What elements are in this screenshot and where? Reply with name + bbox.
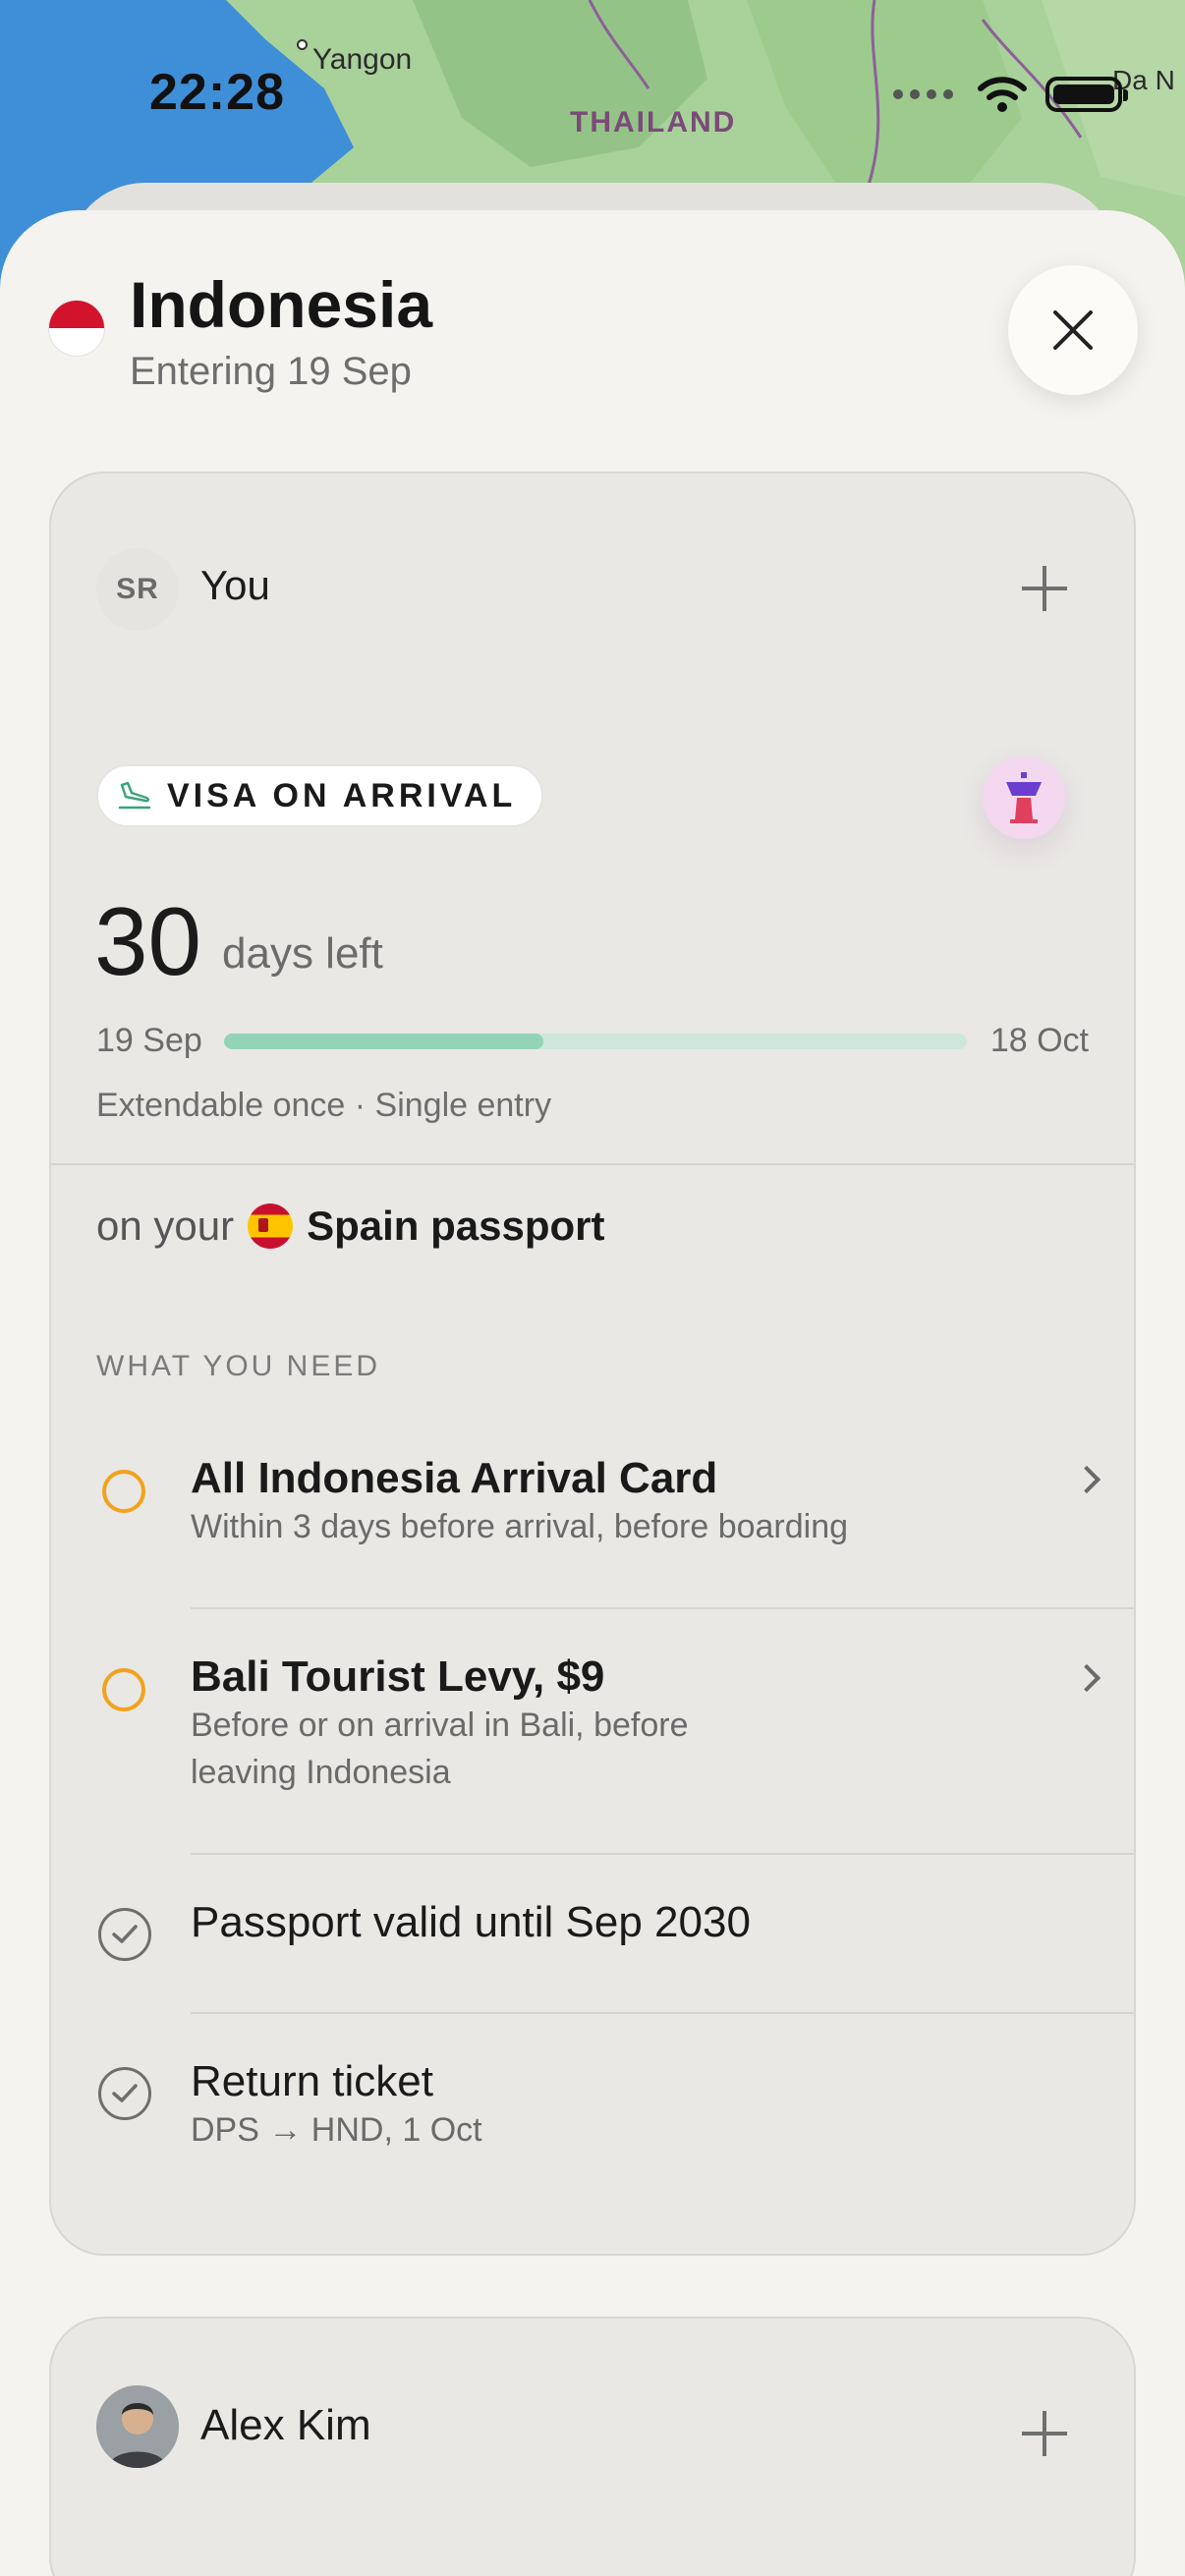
requirement-subtitle: DPS → HND, 1 Oct bbox=[191, 2111, 482, 2149]
stay-progress-bar bbox=[224, 1034, 967, 1049]
close-icon bbox=[1053, 310, 1093, 350]
divider bbox=[191, 1607, 1134, 1609]
end-date: 18 Oct bbox=[989, 1022, 1089, 1059]
days-left-label: days left bbox=[222, 929, 383, 978]
airport-info-button[interactable] bbox=[983, 756, 1065, 839]
avatar bbox=[96, 2385, 179, 2468]
traveler-name: Alex Kim bbox=[200, 2401, 371, 2449]
visa-conditions: Extendable once · Single entry bbox=[96, 1087, 552, 1124]
country-title: Indonesia bbox=[130, 268, 433, 341]
add-traveler-button[interactable] bbox=[1020, 564, 1069, 613]
battery-icon bbox=[1045, 77, 1128, 112]
traveler-card: SR You VISA ON ARRIVAL 30 days left 19 S… bbox=[49, 472, 1136, 2256]
person-photo bbox=[96, 2385, 179, 2468]
requirement-row-tourist-levy[interactable]: Bali Tourist Levy, $9 Before or on arriv… bbox=[51, 1652, 1134, 1878]
traveler-name: You bbox=[200, 562, 270, 608]
requirement-title: Bali Tourist Levy, $9 bbox=[191, 1652, 605, 1701]
control-tower-icon bbox=[1006, 772, 1042, 823]
visa-type-label: VISA ON ARRIVAL bbox=[167, 776, 517, 814]
section-heading: WHAT YOU NEED bbox=[96, 1350, 381, 1382]
divider bbox=[191, 1853, 1134, 1855]
dots-icon bbox=[893, 89, 953, 99]
requirement-title: Passport valid until Sep 2030 bbox=[191, 1898, 751, 1946]
divider bbox=[191, 2012, 1134, 2014]
requirement-title: Return ticket bbox=[191, 2057, 433, 2105]
stay-progress-fill bbox=[224, 1034, 544, 1049]
close-button[interactable] bbox=[1008, 265, 1138, 395]
passport-prefix: on your bbox=[96, 1203, 235, 1249]
visa-type-badge: VISA ON ARRIVAL bbox=[96, 764, 544, 827]
requirement-row-return-ticket: Return ticket DPS → HND, 1 Oct bbox=[51, 2057, 1134, 2195]
divider bbox=[51, 1163, 1134, 1165]
avatar: SR bbox=[96, 548, 179, 631]
add-traveler-button[interactable] bbox=[1020, 2409, 1069, 2458]
plane-landing-icon bbox=[118, 781, 151, 810]
passport-line[interactable]: on your Spain passport bbox=[96, 1203, 605, 1250]
check-circle-icon bbox=[98, 1908, 151, 1961]
chevron-right-icon bbox=[1072, 1663, 1101, 1693]
indonesia-flag-icon bbox=[49, 301, 104, 356]
map-label-thailand: THAILAND bbox=[570, 106, 737, 139]
requirement-subtitle: Within 3 days before arrival, before boa… bbox=[191, 1508, 849, 1545]
status-icons bbox=[890, 75, 1128, 114]
requirement-subtitle-line-2: leaving Indonesia bbox=[191, 1754, 451, 1791]
status-time: 22:28 bbox=[149, 64, 285, 121]
requirement-row-passport-validity: Passport valid until Sep 2030 bbox=[51, 1898, 1134, 2006]
passport-name: Spain passport bbox=[307, 1203, 605, 1249]
requirement-row-arrival-card[interactable]: All Indonesia Arrival Card Within 3 days… bbox=[51, 1454, 1134, 1651]
start-date: 19 Sep bbox=[96, 1022, 202, 1059]
map-label-yangon: Yangon bbox=[312, 43, 413, 76]
chevron-right-icon bbox=[1072, 1465, 1101, 1494]
requirement-title: All Indonesia Arrival Card bbox=[191, 1454, 718, 1502]
wifi-icon bbox=[978, 77, 1027, 112]
pending-circle-icon bbox=[102, 1668, 145, 1711]
days-left-value: 30 bbox=[94, 887, 202, 995]
city-dot bbox=[297, 39, 308, 50]
entry-date: Entering 19 Sep bbox=[130, 350, 412, 393]
pending-circle-icon bbox=[102, 1470, 145, 1513]
requirement-subtitle: Before or on arrival in Bali, before bbox=[191, 1707, 689, 1744]
check-circle-icon bbox=[98, 2067, 151, 2120]
traveler-card: Alex Kim bbox=[49, 2317, 1136, 2576]
spain-flag-icon bbox=[248, 1204, 294, 1249]
